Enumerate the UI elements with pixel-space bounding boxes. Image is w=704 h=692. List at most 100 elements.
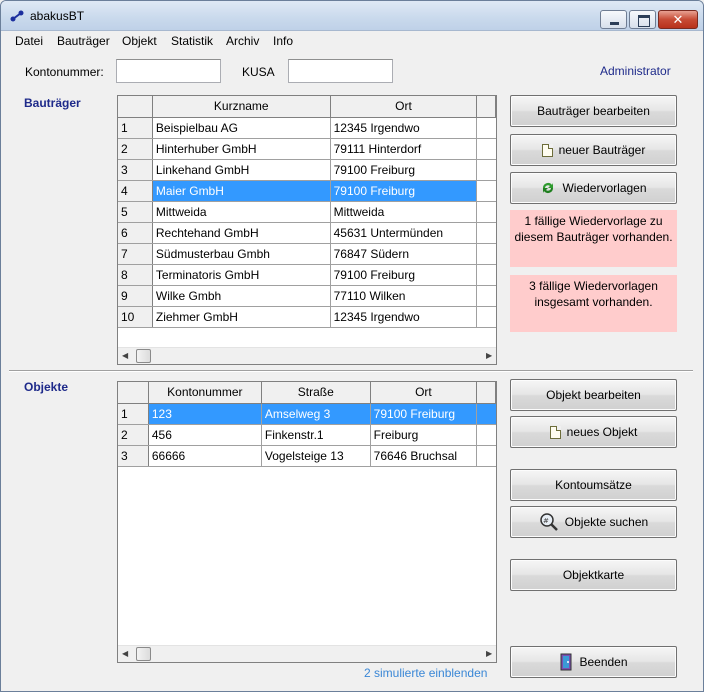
cell-ort[interactable]: 12345 Irgendwo <box>330 117 478 139</box>
row-number[interactable]: 5 <box>118 201 153 223</box>
column-header-kurzname[interactable]: Kurzname <box>152 96 331 118</box>
table-row[interactable]: 7 Südmusterbau Gmbh 76847 Südern <box>118 243 496 265</box>
menu-objekt[interactable]: Objekt <box>122 34 157 48</box>
scroll-left-icon[interactable]: ◀ <box>122 351 128 360</box>
cell-kurzname[interactable]: Ziehmer GmbH <box>152 306 331 328</box>
cell-kurzname[interactable]: Wilke Gmbh <box>152 285 331 307</box>
table-row[interactable]: 2 Hinterhuber GmbH 79111 Hinterdorf <box>118 138 496 160</box>
cell-ort[interactable]: 45631 Untermünden <box>330 222 478 244</box>
scroll-right-icon[interactable]: ▶ <box>486 649 492 658</box>
cell-kontonummer[interactable]: 66666 <box>148 445 262 467</box>
minimize-button[interactable] <box>600 10 627 29</box>
cell-kurzname[interactable]: Terminatoris GmbH <box>152 264 331 286</box>
objekte-grid[interactable]: Kontonummer Straße Ort 1 123 Amselweg 3 791… <box>117 381 497 663</box>
table-row[interactable]: 8 Terminatoris GmbH 79100 Freiburg <box>118 264 496 286</box>
cell-kurzname[interactable]: Mittweida <box>152 201 331 223</box>
row-number[interactable]: 1 <box>118 117 153 139</box>
scroll-left-icon[interactable]: ◀ <box>122 649 128 658</box>
wiedervorlagen-button[interactable]: Wiedervorlagen <box>510 172 677 204</box>
row-number[interactable]: 7 <box>118 243 153 265</box>
cell-ort[interactable]: 76646 Bruchsal <box>370 445 478 467</box>
row-number[interactable]: 8 <box>118 264 153 286</box>
corner-header <box>118 382 149 404</box>
magnifier-icon: # <box>540 513 558 531</box>
cell-ort[interactable]: Mittweida <box>330 201 478 223</box>
row-number[interactable]: 4 <box>118 180 153 202</box>
menu-info[interactable]: Info <box>273 34 293 48</box>
row-number[interactable]: 9 <box>118 285 153 307</box>
cell-strasse[interactable]: Vogelsteige 13 <box>261 445 371 467</box>
cell-strasse[interactable]: Amselweg 3 <box>261 403 371 425</box>
table-row[interactable]: 3 Linkehand GmbH 79100 Freiburg <box>118 159 496 181</box>
row-number[interactable]: 6 <box>118 222 153 244</box>
cell-kontonummer[interactable]: 123 <box>148 403 262 425</box>
row-number[interactable]: 2 <box>118 138 153 160</box>
cell-ort[interactable]: Freiburg <box>370 424 478 446</box>
row-number[interactable]: 3 <box>118 159 153 181</box>
cell-kurzname[interactable]: Beispielbau AG <box>152 117 331 139</box>
cell-ort[interactable]: 79100 Freiburg <box>370 403 478 425</box>
table-row[interactable]: 10 Ziehmer GmbH 12345 Irgendwo <box>118 306 496 328</box>
cell-ort[interactable]: 77110 Wilken <box>330 285 478 307</box>
kontoumsaetze-button[interactable]: Kontoumsätze <box>510 469 677 501</box>
scroll-right-icon[interactable]: ▶ <box>486 351 492 360</box>
table-row[interactable]: 2 456 Finkenstr.1 Freiburg <box>118 424 496 446</box>
beenden-button[interactable]: Beenden <box>510 646 677 678</box>
cell-kurzname[interactable]: Linkehand GmbH <box>152 159 331 181</box>
close-button[interactable]: ✕ <box>658 10 698 29</box>
row-number[interactable]: 2 <box>118 424 149 446</box>
objektkarte-button[interactable]: Objektkarte <box>510 559 677 591</box>
cell-kurzname[interactable]: Rechtehand GmbH <box>152 222 331 244</box>
row-number[interactable]: 3 <box>118 445 149 467</box>
wiedervorlage-notice: 1 fällige Wiedervorlage zu diesem Bauträ… <box>510 210 677 267</box>
simulierte-einblenden-link[interactable]: 2 simulierte einblenden <box>364 666 487 680</box>
row-number[interactable]: 10 <box>118 306 153 328</box>
maximize-button[interactable] <box>629 10 656 29</box>
cell-kurzname[interactable]: Maier GmbH <box>152 180 331 202</box>
objekte-hscrollbar[interactable]: ◀ ▶ <box>118 645 496 662</box>
cell-empty <box>476 117 496 139</box>
table-row[interactable]: 9 Wilke Gmbh 77110 Wilken <box>118 285 496 307</box>
neues-objekt-button[interactable]: neues Objekt <box>510 416 677 448</box>
scroll-thumb[interactable] <box>136 349 151 363</box>
table-row[interactable]: 4 Maier GmbH 79100 Freiburg <box>118 180 496 202</box>
menu-archiv[interactable]: Archiv <box>226 34 259 48</box>
objekt-bearbeiten-button[interactable]: Objekt bearbeiten <box>510 379 677 411</box>
objekte-suchen-button[interactable]: # Objekte suchen <box>510 506 677 538</box>
cell-ort[interactable]: 79100 Freiburg <box>330 264 478 286</box>
bautraeger-grid[interactable]: Kurzname Ort 1 Beispielbau AG 12345 Irgend… <box>117 95 497 365</box>
column-header-ort[interactable]: Ort <box>370 382 478 404</box>
column-header-ort[interactable]: Ort <box>330 96 478 118</box>
column-header-strasse[interactable]: Straße <box>261 382 371 404</box>
bautraeger-bearbeiten-button[interactable]: Bauträger bearbeiten <box>510 95 677 127</box>
cell-kontonummer[interactable]: 456 <box>148 424 262 446</box>
cell-ort[interactable]: 12345 Irgendwo <box>330 306 478 328</box>
cell-ort[interactable]: 79100 Freiburg <box>330 180 478 202</box>
table-row[interactable]: 3 66666 Vogelsteige 13 76646 Bruchsal <box>118 445 496 467</box>
cell-empty <box>476 138 496 160</box>
neuer-bautraeger-button[interactable]: neuer Bauträger <box>510 134 677 166</box>
column-header-kontonummer[interactable]: Kontonummer <box>148 382 262 404</box>
kontonummer-input[interactable] <box>116 59 221 83</box>
row-number[interactable]: 1 <box>118 403 149 425</box>
menu-datei[interactable]: Datei <box>15 34 43 48</box>
kusa-input[interactable] <box>288 59 393 83</box>
cell-kurzname[interactable]: Südmusterbau Gmbh <box>152 243 331 265</box>
bautraeger-bearbeiten-label: Bauträger bearbeiten <box>537 104 650 118</box>
menu-statistik[interactable]: Statistik <box>171 34 213 48</box>
bautraeger-hscrollbar[interactable]: ◀ ▶ <box>118 347 496 364</box>
cell-ort[interactable]: 79100 Freiburg <box>330 159 478 181</box>
table-row[interactable]: 6 Rechtehand GmbH 45631 Untermünden <box>118 222 496 244</box>
cell-empty <box>476 445 496 467</box>
cell-ort[interactable]: 79111 Hinterdorf <box>330 138 478 160</box>
table-row[interactable]: 1 Beispielbau AG 12345 Irgendwo <box>118 117 496 139</box>
kontonummer-label: Kontonummer: <box>25 65 104 79</box>
title-bar[interactable]: abakusBT ✕ <box>1 1 703 31</box>
cell-ort[interactable]: 76847 Südern <box>330 243 478 265</box>
table-row[interactable]: 5 Mittweida Mittweida <box>118 201 496 223</box>
cell-kurzname[interactable]: Hinterhuber GmbH <box>152 138 331 160</box>
table-row[interactable]: 1 123 Amselweg 3 79100 Freiburg <box>118 403 496 425</box>
menu-bautraeger[interactable]: Bauträger <box>57 34 110 48</box>
scroll-thumb[interactable] <box>136 647 151 661</box>
cell-strasse[interactable]: Finkenstr.1 <box>261 424 371 446</box>
